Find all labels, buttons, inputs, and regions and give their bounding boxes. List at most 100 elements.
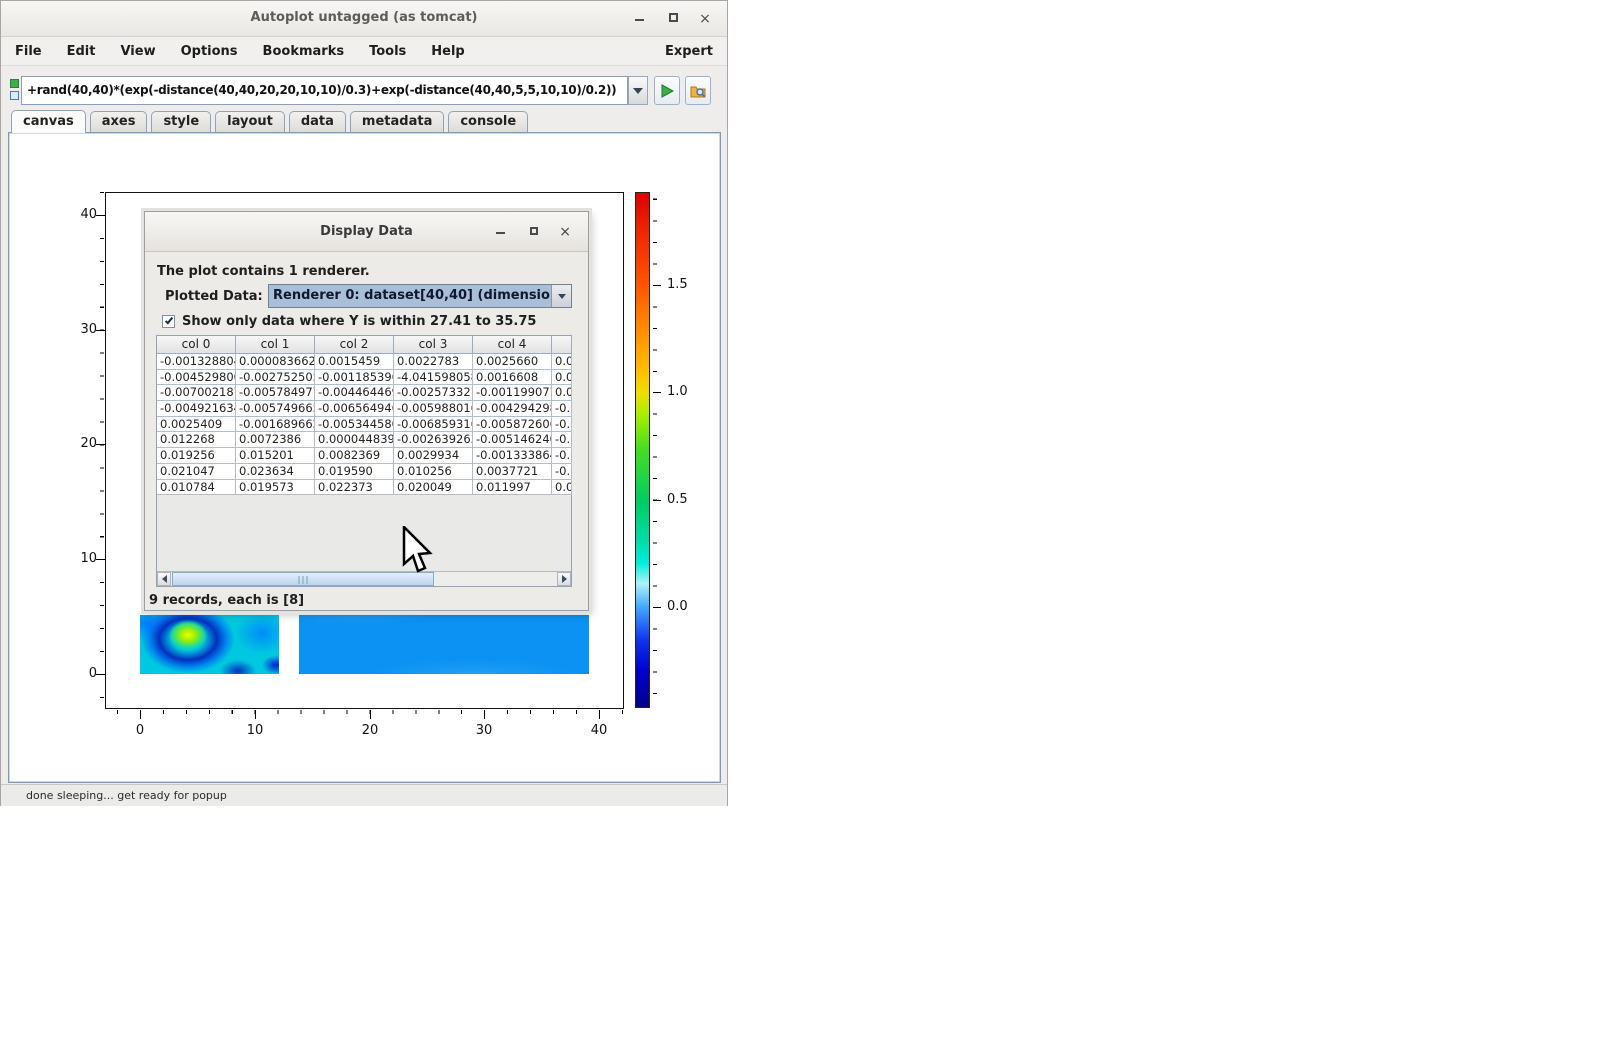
table-cell[interactable]: -0.005344580... bbox=[315, 417, 394, 433]
table-cell[interactable]: -0.004529800... bbox=[157, 370, 236, 386]
tab-style[interactable]: style bbox=[151, 111, 211, 132]
table-cell[interactable]: 0.00 bbox=[552, 480, 572, 496]
window-titlebar[interactable]: Autoplot untagged (as tomcat) × bbox=[1, 1, 727, 37]
table-cell[interactable]: -0.002573321... bbox=[394, 385, 473, 401]
expert-mode-label[interactable]: Expert bbox=[665, 44, 713, 59]
dialog-titlebar[interactable]: Display Data × bbox=[145, 212, 588, 252]
table-cell[interactable]: 0.021047 bbox=[157, 464, 236, 480]
table-row: 0.0192560.0152010.00823690.0029934-0.001… bbox=[157, 448, 571, 464]
table-cell[interactable]: -0.004921634... bbox=[157, 401, 236, 417]
table-cell[interactable]: 0.0037721 bbox=[473, 464, 552, 480]
table-cell[interactable]: 0.000044839 bbox=[315, 432, 394, 448]
table-cell[interactable]: 0.015201 bbox=[236, 448, 315, 464]
filter-checkbox[interactable] bbox=[162, 315, 175, 328]
tab-layout[interactable]: layout bbox=[215, 111, 285, 132]
dialog-maximize-button[interactable] bbox=[530, 225, 538, 239]
table-cell[interactable]: 0.000083662 bbox=[236, 354, 315, 370]
table-cell[interactable]: -0.005146240... bbox=[473, 432, 552, 448]
table-cell[interactable]: -0.001328804... bbox=[157, 354, 236, 370]
renderer-select-arrow[interactable] bbox=[551, 285, 571, 307]
table-cell[interactable]: -0.0 bbox=[552, 464, 572, 480]
scrollbar-thumb[interactable] bbox=[172, 572, 434, 586]
dialog-close-button[interactable]: × bbox=[559, 225, 571, 239]
table-cell[interactable]: 0.019590 bbox=[315, 464, 394, 480]
tab-canvas[interactable]: canvas bbox=[11, 110, 86, 133]
table-cell[interactable]: -0.0 bbox=[552, 432, 572, 448]
table-column-header[interactable]: col 4 bbox=[473, 336, 552, 354]
table-cell[interactable]: -0.002639263... bbox=[394, 432, 473, 448]
menu-bookmarks[interactable]: Bookmarks bbox=[263, 44, 345, 59]
table-column-header[interactable]: col 0 bbox=[157, 336, 236, 354]
table-cell[interactable]: -0.004294298... bbox=[473, 401, 552, 417]
table-cell[interactable]: -0.005784977... bbox=[236, 385, 315, 401]
table-cell[interactable]: -0.0 bbox=[552, 401, 572, 417]
renderer-select[interactable]: Renderer 0: dataset[40,40] (dimension... bbox=[268, 284, 572, 308]
x-axis-tick bbox=[370, 710, 371, 719]
table-cell[interactable]: 0.00 bbox=[552, 385, 572, 401]
menu-view[interactable]: View bbox=[120, 44, 155, 59]
table-cell[interactable]: 0.020049 bbox=[394, 480, 473, 496]
table-cell[interactable]: 0.019256 bbox=[157, 448, 236, 464]
table-cell[interactable]: 0.010256 bbox=[394, 464, 473, 480]
table-cell[interactable]: -0.001689662... bbox=[236, 417, 315, 433]
x-axis-tick bbox=[599, 710, 600, 719]
uri-input[interactable]: +rand(40,40)*(exp(-distance(40,40,20,20,… bbox=[21, 76, 628, 105]
horizontal-scrollbar[interactable] bbox=[157, 571, 571, 586]
table-cell[interactable]: 0.023634 bbox=[236, 464, 315, 480]
table-cell[interactable]: -0.005988016... bbox=[394, 401, 473, 417]
tab-data[interactable]: data bbox=[289, 111, 346, 132]
table-cell[interactable]: 0.00 bbox=[552, 354, 572, 370]
table-cell[interactable]: 0.0082369 bbox=[315, 448, 394, 464]
table-cell[interactable]: -4.041598058... bbox=[394, 370, 473, 386]
table-cell[interactable]: 0.010784 bbox=[157, 480, 236, 496]
table-cell[interactable]: 0.012268 bbox=[157, 432, 236, 448]
table-cell[interactable]: 0.0029934 bbox=[394, 448, 473, 464]
table-cell[interactable]: 0.022373 bbox=[315, 480, 394, 496]
tab-console[interactable]: console bbox=[448, 111, 528, 132]
table-cell[interactable]: 0.0072386 bbox=[236, 432, 315, 448]
table-cell[interactable]: 0.0015459 bbox=[315, 354, 394, 370]
arrow-left-icon bbox=[162, 575, 167, 583]
table-cell[interactable]: 0.0025409 bbox=[157, 417, 236, 433]
table-cell[interactable]: -0.005872606... bbox=[473, 417, 552, 433]
window-close-button[interactable]: × bbox=[697, 11, 713, 27]
tab-metadata[interactable]: metadata bbox=[350, 111, 444, 132]
table-cell[interactable]: -0.005749665... bbox=[236, 401, 315, 417]
table-column-header[interactable] bbox=[552, 336, 572, 354]
inspect-uri-button[interactable] bbox=[685, 76, 711, 105]
table-cell[interactable]: 0.0022783 bbox=[394, 354, 473, 370]
table-cell[interactable]: -0.007002187... bbox=[157, 385, 236, 401]
table-column-header[interactable]: col 3 bbox=[394, 336, 473, 354]
window-minimize-button[interactable] bbox=[631, 11, 647, 27]
scroll-left-button[interactable] bbox=[157, 572, 171, 586]
tab-axes[interactable]: axes bbox=[90, 111, 148, 132]
table-cell[interactable]: -0.006564946... bbox=[315, 401, 394, 417]
table-cell[interactable]: -0.001333864... bbox=[473, 448, 552, 464]
table-cell[interactable]: 0.019573 bbox=[236, 480, 315, 496]
menu-help[interactable]: Help bbox=[431, 44, 464, 59]
plot-go-button[interactable] bbox=[654, 76, 680, 105]
menu-edit[interactable]: Edit bbox=[67, 44, 96, 59]
table-cell[interactable]: 0.00 bbox=[552, 370, 572, 386]
table-cell[interactable]: -0.004464469... bbox=[315, 385, 394, 401]
table-cell[interactable]: -0.001185396... bbox=[315, 370, 394, 386]
table-cell[interactable]: 0.011997 bbox=[473, 480, 552, 496]
table-column-header[interactable]: col 1 bbox=[236, 336, 315, 354]
uri-dropdown-button[interactable] bbox=[628, 76, 648, 105]
table-cell[interactable]: -0.002752505... bbox=[236, 370, 315, 386]
table-cell[interactable]: -0.006859316... bbox=[394, 417, 473, 433]
window-maximize-button[interactable] bbox=[665, 11, 681, 27]
menu-options[interactable]: Options bbox=[181, 44, 238, 59]
menu-file[interactable]: File bbox=[15, 44, 42, 59]
table-cell[interactable]: 0.0016608 bbox=[473, 370, 552, 386]
y-axis-label: 20 bbox=[47, 436, 97, 451]
scroll-right-button[interactable] bbox=[557, 572, 571, 586]
table-cell[interactable]: -0.0 bbox=[552, 417, 572, 433]
x-axis-tick bbox=[255, 710, 256, 719]
table-cell[interactable]: -0.0 bbox=[552, 448, 572, 464]
table-cell[interactable]: 0.0025660 bbox=[473, 354, 552, 370]
table-column-header[interactable]: col 2 bbox=[315, 336, 394, 354]
dialog-minimize-button[interactable] bbox=[496, 225, 505, 239]
table-cell[interactable]: -0.001199077... bbox=[473, 385, 552, 401]
menu-tools[interactable]: Tools bbox=[369, 44, 406, 59]
